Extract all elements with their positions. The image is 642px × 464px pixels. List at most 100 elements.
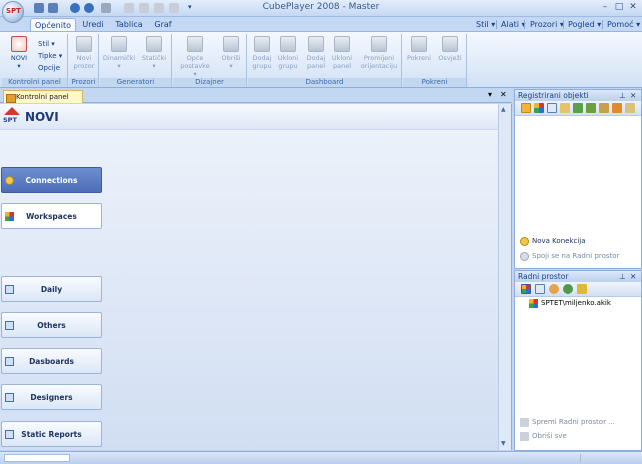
workspace-tool-icon[interactable] — [534, 103, 544, 113]
group-dizajner: Opće postavke ▾ Obriši ▾ Dizajner — [173, 34, 247, 87]
chart-tool-icon[interactable] — [573, 103, 583, 113]
menu-separator — [524, 20, 525, 29]
tab-opcenito[interactable]: Općenito — [30, 18, 76, 31]
spremi-label: Spremi Radni prostor ... — [532, 418, 615, 426]
novi-prozor-button[interactable]: Novi prozor — [70, 36, 98, 70]
designers-button[interactable]: Designers — [1, 384, 102, 410]
group-label: Dashboard — [248, 78, 401, 87]
group-prozori: Novi prozor Prozori — [69, 34, 99, 87]
daily-button[interactable]: Daily — [1, 276, 102, 302]
obrisi-sve-link[interactable]: Obriši sve — [520, 432, 567, 441]
run-icon — [411, 36, 427, 52]
connections-button[interactable]: Connections — [1, 167, 102, 193]
group-kontrolni-panel: NOVI ▾ Stil ▾ Tipke ▾ Opcije Kontrolni pa… — [2, 34, 68, 87]
close-icon[interactable]: ✕ — [627, 2, 639, 13]
globe-tool-icon[interactable] — [563, 284, 573, 294]
report-tool-icon[interactable] — [599, 103, 609, 113]
tab-tablica[interactable]: Tablica — [113, 18, 145, 31]
obrisi-label: Obriši — [221, 54, 241, 62]
grid-tool-icon[interactable] — [535, 284, 545, 294]
spremi-radni-prostor-link[interactable]: Spremi Radni prostor ... — [520, 418, 615, 427]
connection-icon — [520, 237, 529, 246]
scroll-down-icon[interactable]: ▼ — [501, 440, 506, 447]
others-button[interactable]: Others — [1, 312, 102, 338]
menu-stil[interactable]: Stil ▾ — [476, 18, 495, 31]
dinamicki-label: Dinamički — [102, 54, 136, 62]
maximize-icon[interactable]: □ — [613, 2, 625, 13]
add-panel-icon — [308, 36, 324, 52]
group-dashboard: Dodaj grupu Ukloni grupu Dodaj panel Ukl… — [248, 34, 402, 87]
ukloni-panel-button[interactable]: Ukloni panel — [330, 36, 354, 70]
promijeni-orijentaciju-label: Promijeni orijentaciju — [360, 54, 398, 70]
status-bar — [0, 451, 642, 464]
menu-pomoc[interactable]: Pomoć ▾ — [607, 18, 640, 31]
scroll-up-icon[interactable]: ▲ — [501, 106, 506, 113]
workspaces-button[interactable]: Workspaces — [1, 203, 102, 229]
status-field — [4, 454, 70, 462]
close-panel-icon[interactable]: ✕ — [630, 90, 636, 101]
menu-prozori[interactable]: Prozori ▾ — [530, 18, 564, 31]
workspace-tree-item[interactable]: SPTET\miljenko.akik — [529, 299, 611, 308]
ribbon-tabs: Općenito Uredi Tablica Graf Stil ▾ Alati… — [0, 17, 642, 31]
tab-uredi[interactable]: Uredi — [80, 18, 106, 31]
dinamicki-button[interactable]: Dinamički ▾ — [102, 36, 136, 70]
group-label: Pokreni — [403, 78, 466, 87]
connections-label: Connections — [25, 176, 78, 185]
spoji-radni-prostor-link[interactable]: Spoji se na Radni prostor — [520, 252, 619, 261]
run-tool-icon[interactable] — [577, 284, 587, 294]
workspace-tool-icon[interactable] — [521, 284, 531, 294]
delete-icon — [223, 36, 239, 52]
notes-tool-icon[interactable] — [625, 103, 635, 113]
connection-tool-icon[interactable] — [521, 103, 531, 113]
pin-icon[interactable]: ⊥ — [619, 90, 626, 101]
app-orb-button[interactable]: SPT — [2, 1, 24, 23]
vertical-scrollbar[interactable]: ▲ ▼ — [498, 104, 511, 450]
menu-alati[interactable]: Alati ▾ — [501, 18, 526, 31]
close-tab-icon[interactable]: ✕ — [500, 90, 507, 99]
tab-kontrolni-panel[interactable]: Kontrolni panel — [3, 90, 83, 103]
novi-button[interactable]: NOVI ▾ — [4, 36, 34, 70]
dodaj-grupu-button[interactable]: Dodaj grupu — [250, 36, 274, 70]
obrisi-button[interactable]: Obriši ▾ — [217, 36, 245, 70]
static-reports-label: Static Reports — [21, 430, 82, 439]
pin-icon[interactable]: ⊥ — [619, 271, 626, 282]
close-panel-icon[interactable]: ✕ — [630, 271, 636, 282]
others-label: Others — [37, 321, 66, 330]
nova-konekcija-link[interactable]: Nova Konekcija — [520, 237, 586, 246]
minimize-icon[interactable]: – — [599, 2, 611, 13]
title-bar: ▾ CubePlayer 2008 - Master – □ ✕ — [0, 0, 642, 17]
group-label: Dizajner — [173, 78, 246, 87]
remove-panel-icon — [334, 36, 350, 52]
promijeni-orijentaciju-button[interactable]: Promijeni orijentaciju — [358, 36, 400, 70]
ribbon: NOVI ▾ Stil ▾ Tipke ▾ Opcije Kontrolni pa… — [0, 31, 642, 88]
table-tool-icon[interactable] — [547, 103, 557, 113]
document-tab-strip: Kontrolni panel ▾ ✕ — [0, 89, 512, 103]
osvjezi-button[interactable]: Osvježi — [436, 36, 464, 62]
opce-postavke-button[interactable]: Opće postavke ▾ — [175, 36, 215, 78]
stil-dropdown[interactable]: Stil ▾ — [38, 40, 55, 48]
tipke-dropdown[interactable]: Tipke ▾ — [38, 52, 62, 60]
ukloni-grupu-label: Ukloni grupu — [277, 54, 299, 70]
connect-tool-icon[interactable] — [549, 284, 559, 294]
new-window-icon — [76, 36, 92, 52]
dodaj-panel-button[interactable]: Dodaj panel — [304, 36, 328, 70]
refresh-icon — [442, 36, 458, 52]
dasboards-button[interactable]: Dasboards — [1, 348, 102, 374]
static-reports-button[interactable]: Static Reports — [1, 421, 102, 447]
ukloni-panel-label: Ukloni panel — [331, 54, 353, 70]
ukloni-grupu-button[interactable]: Ukloni grupu — [276, 36, 300, 70]
panel-toolbar — [515, 101, 641, 116]
tab-list-dropdown-icon[interactable]: ▾ — [488, 90, 492, 99]
tab-graf[interactable]: Graf — [152, 18, 174, 31]
menu-separator — [496, 20, 497, 29]
resize-grip[interactable] — [580, 454, 640, 462]
folder-tool-icon[interactable] — [612, 103, 622, 113]
cube-tool-icon[interactable] — [560, 103, 570, 113]
spoji-label: Spoji se na Radni prostor — [532, 252, 620, 260]
pokreni-button[interactable]: Pokreni — [405, 36, 433, 62]
menu-pogled[interactable]: Pogled ▾ — [568, 18, 601, 31]
staticki-button[interactable]: Statički ▾ — [138, 36, 170, 70]
opcije-button[interactable]: Opcije — [38, 64, 60, 72]
staticki-label: Statički — [141, 54, 167, 62]
filter-tool-icon[interactable] — [586, 103, 596, 113]
